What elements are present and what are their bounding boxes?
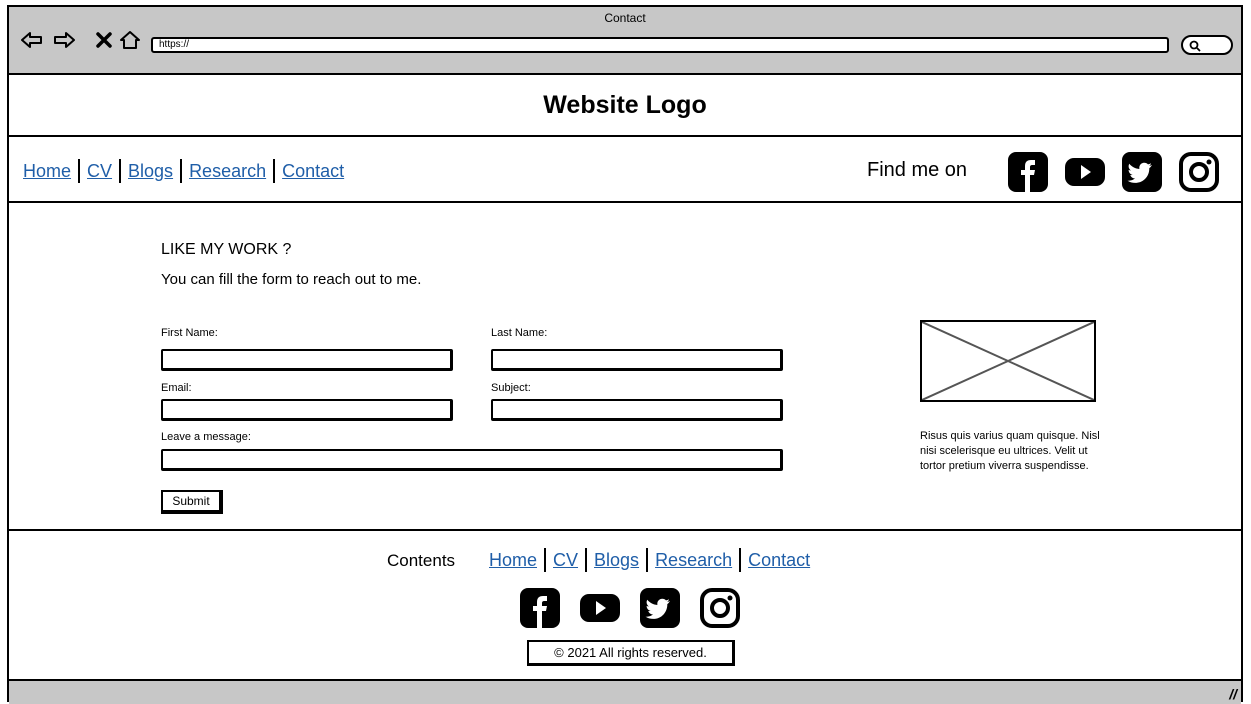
footer-separator [544,548,547,572]
subject-field[interactable] [491,399,783,421]
footer-separator [739,548,742,572]
browser-toolbar: Contact https:// [9,7,1241,75]
forward-icon[interactable] [53,29,75,51]
footer-link-contact[interactable]: Contact [748,550,810,571]
footer: Contents Home CV Blogs Research Contact [9,531,1241,681]
nav-link-contact[interactable]: Contact [282,161,344,182]
browser-window: Contact https:// Website Logo Home CV Bl… [7,5,1243,704]
nav-separator [180,159,183,183]
image-placeholder [920,320,1096,402]
footer-link-research[interactable]: Research [655,550,732,571]
social-icons [1007,151,1235,193]
footer-social-icons [519,587,759,629]
first-name-field[interactable] [161,349,453,371]
last-name-label: Last Name: [491,327,548,339]
email-field[interactable] [161,399,453,421]
twitter-icon[interactable] [639,587,681,629]
nav-separator [119,159,122,183]
first-name-label: First Name: [161,327,218,339]
window-title: Contact [604,11,646,25]
resize-handle-icon[interactable]: // [1229,686,1237,702]
footer-contents-label: Contents [387,551,456,570]
youtube-icon[interactable] [1064,151,1106,193]
footer-separator [646,548,649,572]
section-heading: LIKE MY WORK ? [161,241,292,258]
url-input[interactable]: https:// [151,37,1169,53]
last-name-field[interactable] [491,349,783,371]
search-button[interactable] [1181,35,1233,55]
status-bar: // [9,681,1241,704]
find-me-label: Find me on [867,159,968,181]
footer-link-blogs[interactable]: Blogs [594,550,639,571]
footer-links: Home CV Blogs Research Contact [489,548,810,572]
nav-separator [78,159,81,183]
instagram-icon[interactable] [1178,151,1220,193]
search-icon [1189,40,1201,52]
sidebar-text: Risus quis varius quam quisque. Nisl nis… [920,430,1100,472]
section-subheading: You can fill the form to reach out to me… [161,271,422,288]
navigation-bar: Home CV Blogs Research Contact Find me o… [9,137,1241,203]
contact-section: LIKE MY WORK ? You can fill the form to … [9,203,1241,531]
nav-link-blogs[interactable]: Blogs [128,161,173,182]
facebook-icon[interactable] [519,587,561,629]
submit-button[interactable]: Submit [161,490,223,514]
twitter-icon[interactable] [1121,151,1163,193]
message-field[interactable] [161,449,783,471]
youtube-icon[interactable] [579,587,621,629]
nav-links: Home CV Blogs Research Contact [23,159,344,183]
close-icon[interactable] [93,29,115,51]
nav-link-research[interactable]: Research [189,161,266,182]
nav-separator [273,159,276,183]
footer-separator [585,548,588,572]
subject-label: Subject: [491,382,531,394]
back-icon[interactable] [21,29,43,51]
email-label: Email: [161,382,192,394]
facebook-icon[interactable] [1007,151,1049,193]
nav-link-home[interactable]: Home [23,161,71,182]
website-logo: Website Logo [9,75,1241,137]
home-icon[interactable] [119,29,141,51]
instagram-icon[interactable] [699,587,741,629]
footer-link-home[interactable]: Home [489,550,537,571]
footer-link-cv[interactable]: CV [553,550,578,571]
copyright-notice: © 2021 All rights reserved. [527,640,735,666]
message-label: Leave a message: [161,431,251,443]
nav-link-cv[interactable]: CV [87,161,112,182]
